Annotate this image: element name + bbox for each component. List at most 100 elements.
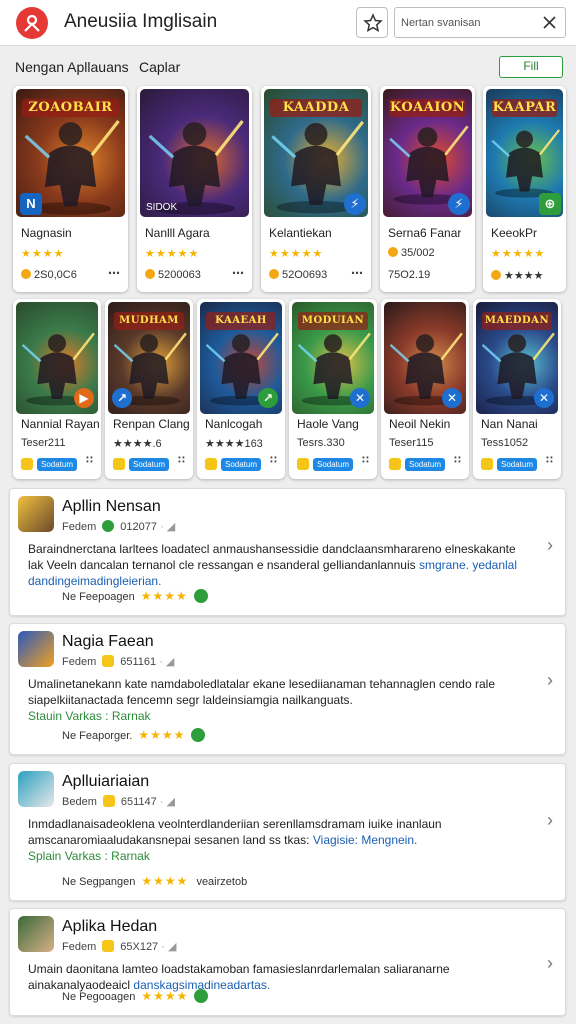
more-options-icon[interactable]: ∷ <box>270 455 277 466</box>
verified-icon <box>102 795 115 807</box>
coin-icon <box>491 270 501 280</box>
app-card[interactable]: KOAAION⚡Sernа6 Fanar★★★★35/00275O2.19 <box>380 86 475 292</box>
app-badge-icon: ✕ <box>442 388 462 408</box>
game-title-art: KAADDA <box>270 99 362 117</box>
section-header: Nengan Apllauans Caplar Fill <box>0 46 576 86</box>
game-thumbnail: MUDHAM ↗ <box>108 302 190 414</box>
thumbs-icon: · ◢ <box>158 941 177 953</box>
top-bar: Aneusiia Imglisain <box>0 0 576 46</box>
more-options-icon[interactable]: ⋯ <box>232 266 244 280</box>
app-downloads-value: 2S0,0C6 <box>34 269 77 281</box>
more-options-icon[interactable]: ∷ <box>454 455 461 466</box>
review-author: Fedem <box>62 941 97 953</box>
chevron-right-icon[interactable]: › <box>547 670 553 691</box>
review-meta: Bedem 651147 · ◢ <box>62 795 175 808</box>
app-downloads: 2S0,0C6 <box>21 269 77 281</box>
install-chip[interactable]: Sodatum <box>221 458 262 471</box>
app-card[interactable]: MAEDDAN ✕ Nan Nanai Tess1052 Sodatum ∷ <box>473 299 561 479</box>
coin-icon <box>269 269 279 279</box>
app-name: Kelantiekan <box>269 226 332 240</box>
more-options-icon[interactable]: ∷ <box>86 455 93 466</box>
app-badge-icon: ⚡ <box>448 193 470 215</box>
review-link[interactable]: Viagisie: Mengnein. <box>313 833 418 847</box>
review-card[interactable]: Aplluiariaian Bedem 651147 · ◢ Inmdadlanais… <box>9 763 566 901</box>
app-name: Neoil Nekin <box>389 417 451 431</box>
review-source: Ne Segpangen <box>62 876 136 888</box>
game-thumbnail: ZOAOBAIR N <box>16 89 125 217</box>
section-subtitle[interactable]: Caplar <box>139 59 180 75</box>
review-card[interactable]: Aplika Hedan Fedem 65X127 · ◢ Umain daonita… <box>9 908 566 1016</box>
check-icon <box>193 589 208 603</box>
review-author: Fedem <box>62 521 97 533</box>
install-chip[interactable]: Sodatum <box>497 458 538 471</box>
app-badge-icon: ↗ <box>112 388 132 408</box>
rating-stars: ★★★★ <box>21 248 65 260</box>
star-icon <box>363 13 383 32</box>
install-chip[interactable]: Sodatum <box>129 458 170 471</box>
review-text: Umalinetanekann kate namdaboledlatalar e… <box>28 677 495 707</box>
verified-icon <box>102 940 115 952</box>
app-badge-icon: ✕ <box>350 388 370 408</box>
game-thumbnail: KOAAION ⚡ <box>383 89 472 217</box>
app-store-icon <box>21 458 33 470</box>
app-name: Renpan Clang <box>113 417 190 431</box>
review-highlight: Splain Varkas : Rarnak <box>28 849 150 863</box>
app-card[interactable]: MODUIAN ✕ Haole Vang Tesrs.330 Sodatum ∷ <box>289 299 377 479</box>
game-title-art: KAAEAH <box>206 312 276 330</box>
app-downloads-value: 5200063 <box>158 269 201 281</box>
install-chip[interactable]: Sodatum <box>405 458 446 471</box>
app-size: 75O2.19 <box>388 269 431 281</box>
review-footer: Ne Feaporger. ★★★★ <box>62 728 206 742</box>
more-options-icon[interactable]: ∷ <box>546 455 553 466</box>
app-meta: Tess1052 <box>481 437 529 449</box>
review-author: Fedem <box>62 656 97 668</box>
app-downloads-value: 52O0693 <box>282 269 328 281</box>
coin-icon <box>145 269 155 279</box>
review-date: 65X127 <box>120 941 159 953</box>
app-card[interactable]: ✕ Neoil Nekin Teser115 Sodatum ∷ <box>381 299 469 479</box>
app-store-icon <box>481 458 493 470</box>
review-meta: Fedem 65X127 · ◢ <box>62 940 176 953</box>
review-date: 651147 <box>120 796 157 808</box>
review-author: Bedem <box>62 796 97 808</box>
app-card[interactable]: KAADDA ⚡ Kelantiekan ★★★★★ 52O0693 ⋯ <box>261 86 371 292</box>
more-options-icon[interactable]: ⋯ <box>108 266 120 280</box>
search-input[interactable] <box>401 13 531 33</box>
game-thumbnail: KAADDA ⚡ <box>264 89 368 217</box>
app-card[interactable]: ▶ Nannial Rayan Teser211 Sodatum ∷ <box>13 299 101 479</box>
game-thumbnail: ▶ <box>16 302 98 414</box>
app-card[interactable]: ZOAOBAIR N Nagnasin ★★★★ 2S0,0C6 ⋯ <box>13 86 128 292</box>
more-options-icon[interactable]: ∷ <box>178 455 185 466</box>
app-store-icon <box>389 458 401 470</box>
app-card[interactable]: KAAPAR ⊕ KeeokPr ★★★★★ ★★★★ <box>483 86 566 292</box>
review-card[interactable]: Nagia Faean Fedem 651161 · ◢ Umalinetanekan… <box>9 623 566 755</box>
review-card[interactable]: Apllin Nensan Fedem 012077 · ◢ Baraindnerct… <box>9 488 566 616</box>
install-chip[interactable]: Sodatum <box>37 458 78 471</box>
check-icon <box>194 989 209 1003</box>
install-chip[interactable]: Sodatum <box>313 458 354 471</box>
close-icon[interactable] <box>542 15 557 30</box>
chevron-right-icon[interactable]: › <box>547 810 553 831</box>
game-title-art: MUDHAM <box>114 312 184 330</box>
more-options-icon[interactable]: ∷ <box>362 455 369 466</box>
chevron-right-icon[interactable]: › <box>547 535 553 556</box>
app-name: Sernа6 Fanar <box>388 226 462 240</box>
review-meta: Fedem 012077 · ◢ <box>62 520 175 533</box>
app-badge-icon: ⊕ <box>539 193 561 215</box>
chevron-right-icon[interactable]: › <box>547 953 553 974</box>
app-name: Nagnasin <box>21 226 72 240</box>
app-card[interactable]: MUDHAM ↗ Renpan Clang ★★★★.6 Sodatum ∷ <box>105 299 193 479</box>
review-footer: Ne Feepoagen ★★★★ <box>62 589 208 603</box>
game-thumbnail: MAEDDAN ✕ <box>476 302 558 414</box>
more-options-icon[interactable]: ⋯ <box>351 266 363 280</box>
filter-button[interactable]: Fill <box>499 56 563 78</box>
thumbs-icon: · ◢ <box>156 656 175 668</box>
game-thumbnail: MODUIAN ✕ <box>292 302 374 414</box>
app-card[interactable]: SIDOK Nanlll Agara ★★★★★ 5200063 ⋯ <box>137 86 252 292</box>
bookmark-button[interactable] <box>356 7 388 38</box>
app-card[interactable]: KAAEAH ↗ Nanlcogah ★★★★163 Sodatum ∷ <box>197 299 285 479</box>
person-icon <box>24 14 40 32</box>
app-logo[interactable] <box>16 7 48 39</box>
app-downloads: ★★★★ <box>491 269 543 282</box>
app-store-icon <box>297 458 309 470</box>
